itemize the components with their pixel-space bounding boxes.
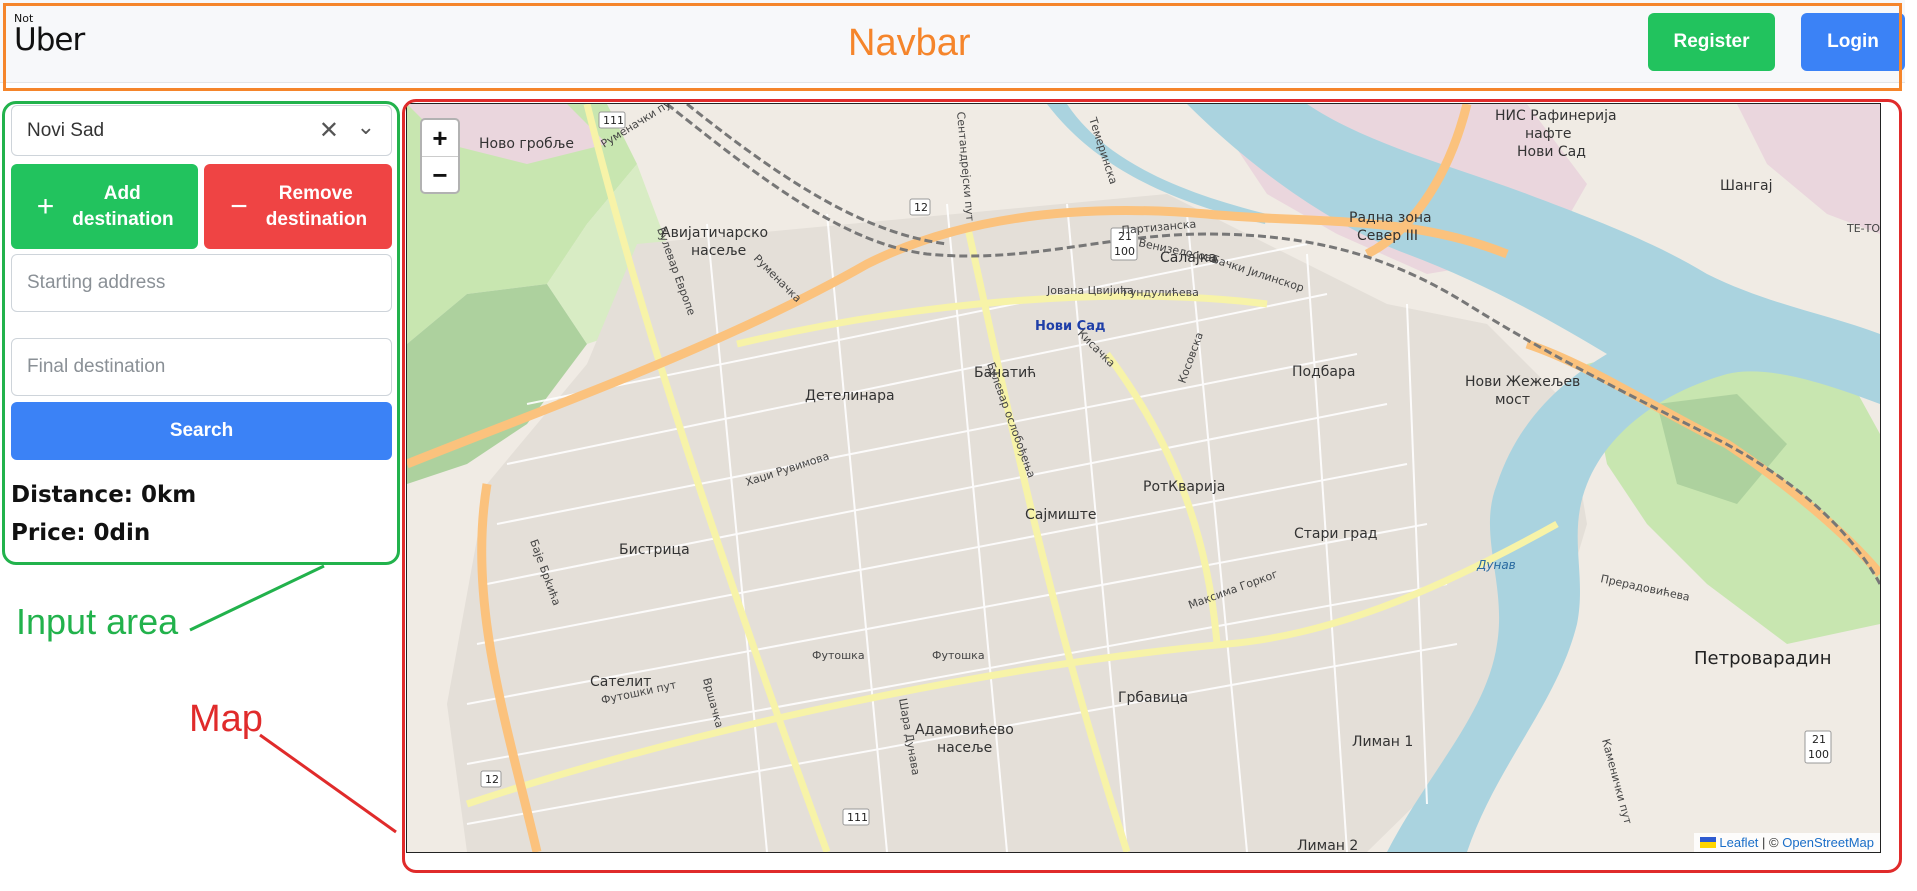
place-avijaticarsko: Авијатичарско	[661, 225, 768, 241]
login-button[interactable]: Login	[1801, 13, 1905, 71]
place-podbara: Подбара	[1292, 364, 1355, 380]
starting-address-input[interactable]	[11, 254, 392, 312]
place-bistrica: Бистрица	[619, 542, 690, 558]
place-avijaticarsko-naselje: насеље	[691, 243, 746, 259]
place-novo-groblje: Ново гробље	[479, 136, 574, 152]
place-sajmiste: Сајмиште	[1025, 507, 1096, 523]
leaflet-link[interactable]: Leaflet	[1719, 835, 1758, 850]
place-bridge-1: Нови Жежељев	[1465, 374, 1580, 390]
route-shield-21-right: 21	[1812, 733, 1826, 746]
map-pointer-line	[259, 733, 397, 834]
navbar-annotation-label: Navbar	[848, 22, 971, 64]
place-nis-3: Нови Сад	[1517, 144, 1586, 160]
map-tiles[interactable]: 111 12 21 100 12 111 21 100 Ново гробље …	[407, 104, 1880, 852]
map-attribution: Leaflet | © OpenStreetMap	[1694, 833, 1880, 852]
place-petrovaradin: Петроварадин	[1694, 648, 1832, 669]
place-grbavica: Грбавица	[1118, 690, 1188, 706]
logo-text: Uber	[14, 22, 85, 58]
register-button[interactable]: Register	[1648, 13, 1775, 71]
price-text: Price: 0din	[11, 520, 151, 546]
route-shield-111-bottom: 111	[847, 811, 868, 824]
input-area-annotation-label: Input area	[16, 601, 179, 642]
street-jovana-cvijica: Јована Цвијића	[1046, 284, 1134, 297]
place-liman-1: Лиман 1	[1352, 734, 1413, 750]
remove-destination-label: Remove destination	[265, 182, 368, 230]
place-bridge-2: мост	[1495, 392, 1530, 408]
place-sever-3: Север III	[1357, 228, 1418, 244]
place-radna-zona: Радна зона	[1349, 210, 1432, 226]
attribution-separator: | ©	[1758, 835, 1783, 850]
place-nis-1: НИС Рафинерија	[1495, 108, 1617, 124]
place-liman-2: Лиман 2	[1297, 838, 1358, 852]
river-label-dunav: Дунав	[1476, 558, 1516, 572]
place-nis-2: нафте	[1525, 126, 1571, 142]
chevron-down-icon[interactable]: ⌄	[357, 114, 375, 140]
zoom-in-button[interactable]: +	[422, 120, 458, 156]
place-te-to: ТЕ-ТО	[1846, 222, 1880, 235]
remove-destination-button[interactable]: − Remove destination	[204, 164, 392, 249]
minus-icon: −	[230, 189, 248, 223]
route-shield-100-right: 100	[1808, 748, 1829, 761]
place-banatic: Банатић	[974, 365, 1036, 381]
place-rotkvarija: РотКварија	[1143, 479, 1225, 495]
place-adamovicevo: Адамовићево	[915, 722, 1014, 738]
map[interactable]: 111 12 21 100 12 111 21 100 Ново гробље …	[406, 103, 1881, 853]
street-gundulićeva: Гундулићева	[1123, 286, 1199, 299]
navbar: Not Uber Navbar Register Login	[0, 0, 1905, 83]
street-futoska-2: Футошка	[932, 649, 985, 662]
logo[interactable]: Not Uber	[14, 12, 94, 58]
openstreetmap-link[interactable]: OpenStreetMap	[1782, 835, 1874, 850]
map-annotation-label: Map	[189, 698, 263, 740]
input-area-pointer-line	[189, 564, 325, 632]
place-stari-grad: Стари град	[1294, 526, 1377, 542]
route-shield-12-bottom: 12	[485, 773, 499, 786]
add-destination-label: Add destination	[72, 182, 174, 230]
street-futoska-1: Футошка	[812, 649, 865, 662]
city-select[interactable]: Novi Sad ✕ ⌄	[11, 105, 392, 156]
plus-icon: +	[36, 189, 55, 223]
zoom-control: + −	[420, 118, 460, 194]
route-shield-12-top: 12	[914, 201, 928, 214]
distance-text: Distance: 0km	[11, 482, 197, 508]
add-destination-button[interactable]: + Add destination	[11, 164, 198, 249]
final-destination-input[interactable]	[11, 338, 392, 396]
place-adamovicevo-naselje: насеље	[937, 740, 992, 756]
place-sangaj: Шангај	[1720, 178, 1773, 194]
zoom-out-button[interactable]: −	[422, 156, 458, 193]
place-novi-sad: Нови Сад	[1035, 319, 1105, 334]
search-button[interactable]: Search	[11, 402, 392, 460]
ukraine-flag-icon	[1700, 837, 1717, 848]
route-shield-100: 100	[1114, 245, 1135, 258]
close-icon[interactable]: ✕	[319, 116, 339, 145]
city-select-value: Novi Sad	[27, 120, 105, 141]
place-detelinara: Детелинара	[805, 388, 895, 404]
